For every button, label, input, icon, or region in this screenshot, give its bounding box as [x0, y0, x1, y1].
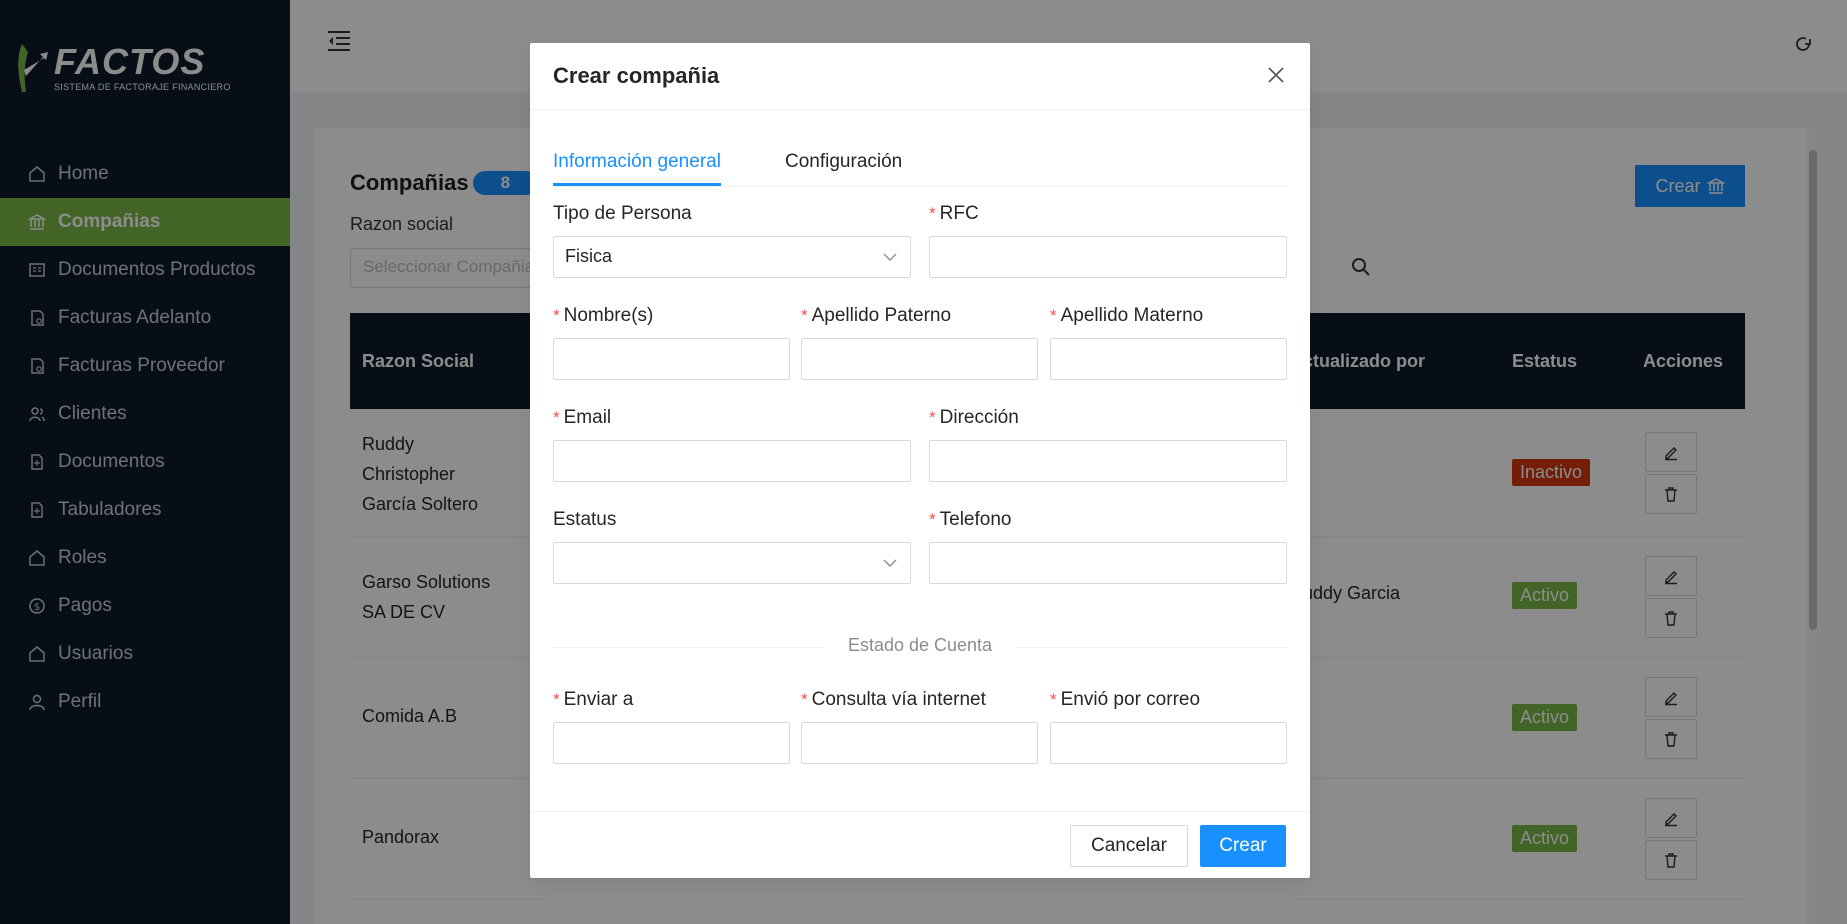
field-label: * Telefono [929, 509, 1011, 531]
field-label-text: Enviar a [563, 689, 634, 710]
apellido-materno-input[interactable] [1050, 338, 1287, 380]
required-mark: * [929, 510, 936, 529]
field-label: * Apellido Materno [1050, 305, 1203, 327]
field-label: * Enviar a [553, 689, 633, 711]
field-label-text: Envió por correo [1060, 689, 1201, 710]
field-label-text: Dirección [939, 407, 1019, 428]
close-icon[interactable] [1264, 63, 1288, 87]
modal-header: Crear compañia [530, 43, 1310, 110]
tab-configuracion[interactable]: Configuración [785, 151, 902, 183]
required-mark: * [929, 408, 936, 427]
nombre-input[interactable] [553, 338, 790, 380]
required-mark: * [801, 306, 808, 325]
modal-tabs: Información general Configuración [553, 147, 1287, 187]
field-label-text: Consulta vía internet [811, 689, 986, 710]
apellido-paterno-input[interactable] [801, 338, 1038, 380]
create-company-modal: Crear compañia Información general Confi… [530, 43, 1310, 878]
enviar-a-input[interactable] [553, 722, 790, 764]
required-mark: * [553, 306, 560, 325]
field-label: * Envió por correo [1050, 689, 1200, 711]
telefono-input[interactable] [929, 542, 1287, 584]
chevron-down-icon [883, 559, 897, 567]
field-label-text: Nombre(s) [563, 305, 654, 326]
field-label: Tipo de Persona [553, 203, 692, 224]
field-label-text: Telefono [939, 509, 1012, 530]
field-label: * Consulta vía internet [801, 689, 986, 711]
field-label-text: RFC [939, 203, 979, 224]
submit-create-button[interactable]: Crear [1200, 825, 1286, 867]
consulta-internet-input[interactable] [801, 722, 1038, 764]
estatus-select[interactable] [553, 542, 911, 584]
email-input[interactable] [553, 440, 911, 482]
section-divider-estado-cuenta: Estado de Cuenta [847, 635, 993, 655]
field-label-text: Apellido Paterno [811, 305, 952, 326]
field-label-text: Email [563, 407, 612, 428]
modal-footer: Cancelar Crear [530, 811, 1310, 878]
chevron-down-icon [883, 253, 897, 261]
field-label: * Nombre(s) [553, 305, 653, 327]
field-label: * Email [553, 407, 611, 429]
required-mark: * [553, 690, 560, 709]
envio-correo-input[interactable] [1050, 722, 1287, 764]
field-label: Estatus [553, 509, 617, 530]
direccion-input[interactable] [929, 440, 1287, 482]
required-mark: * [553, 408, 560, 427]
required-mark: * [929, 204, 936, 223]
modal-title: Crear compañia [553, 63, 720, 88]
tab-informacion-general[interactable]: Información general [553, 151, 721, 186]
required-mark: * [1050, 306, 1057, 325]
tipo-persona-select[interactable]: Fisica [553, 236, 911, 278]
field-label: * Apellido Paterno [801, 305, 951, 327]
field-label: * Dirección [929, 407, 1019, 429]
required-mark: * [801, 690, 808, 709]
field-label: * RFC [929, 203, 979, 225]
select-value: Fisica [565, 246, 613, 266]
rfc-input[interactable] [929, 236, 1287, 278]
cancel-button[interactable]: Cancelar [1070, 825, 1188, 867]
field-label-text: Apellido Materno [1060, 305, 1204, 326]
divider-line [1017, 647, 1287, 648]
required-mark: * [1050, 690, 1057, 709]
